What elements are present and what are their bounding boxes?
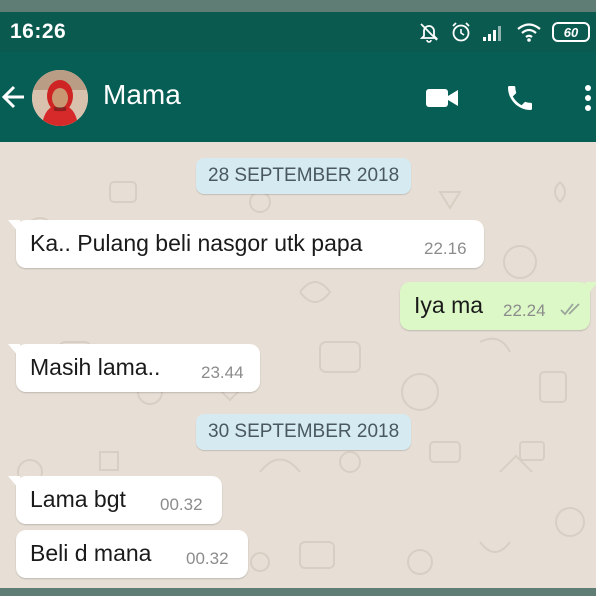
phone-screen: 16:26 60 Mama 28 SEPTEMBER 2018 Ka.. Pul… [0,12,596,588]
bubble-tail [8,344,20,358]
mute-icon [418,21,440,43]
avatar[interactable] [32,70,88,126]
alarm-icon [450,21,472,43]
message-time: 22.24 [503,301,546,320]
chat-header: Mama [0,52,596,142]
status-bar: 16:26 60 [0,12,596,52]
message-bubble-incoming[interactable]: Lama bgt 00.32 [8,476,222,524]
status-icons: 60 [418,21,590,43]
message-bubble-incoming[interactable]: Beli d mana 00.32 [16,530,248,578]
bubble-tail [586,282,596,296]
more-options-icon[interactable] [578,80,596,116]
message-bubble-outgoing[interactable]: Iya ma 22.24 [400,282,596,330]
date-separator: 30 SEPTEMBER 2018 [196,414,412,450]
battery-icon: 60 [552,22,590,42]
message-text: Ka.. Pulang beli nasgor utk papa [30,230,363,256]
message-text: Masih lama.. [30,354,161,380]
date-separator: 28 SEPTEMBER 2018 [196,158,412,194]
video-call-icon[interactable] [422,80,462,116]
back-arrow-icon[interactable] [0,82,28,112]
message-time: 22.16 [424,239,467,258]
phone-icon[interactable] [500,80,540,116]
chat-area[interactable]: 28 SEPTEMBER 2018 Ka.. Pulang beli nasgo… [0,142,596,588]
status-time: 16:26 [10,20,67,43]
signal-icon [482,22,506,42]
message-text: Iya ma [414,292,484,318]
message-time: 23.44 [201,363,244,382]
message-bubble-incoming[interactable]: Masih lama.. 23.44 [8,344,260,392]
message-text: Beli d mana [30,540,152,566]
message-bubble-incoming[interactable]: Ka.. Pulang beli nasgor utk papa 22.16 [8,220,484,268]
message-time: 00.32 [186,549,229,568]
contact-name[interactable]: Mama [103,79,181,111]
message-text: Lama bgt [30,486,126,512]
wifi-icon [516,22,542,42]
message-time: 00.32 [160,495,203,514]
double-check-icon [560,303,580,316]
bubble-tail [8,220,20,234]
bubble-tail [8,476,20,490]
